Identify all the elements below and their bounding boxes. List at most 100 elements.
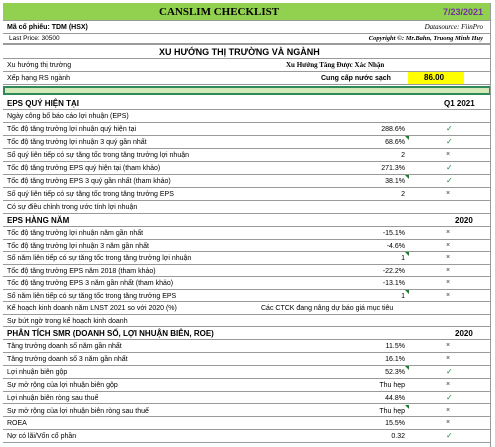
check-icon: ✓	[446, 392, 453, 402]
market-section-header: XU HƯỚNG THỊ TRƯỜNG VÀ NGÀNH	[3, 44, 491, 59]
last-price: Last Price: 30500	[9, 35, 60, 42]
cross-icon: ×	[446, 342, 451, 349]
last-price-row: Last Price: 30500 Copyright ©: Mr.Bahn, …	[3, 34, 491, 44]
smr-header: PHÂN TÍCH SMR (DOANH SỐ, LỢI NHUẬN BIÊN,…	[3, 327, 491, 340]
row-value: -13.1%	[382, 280, 405, 287]
row-value: 38.1%	[385, 178, 405, 185]
row-label: Lợi nhuận biên ròng sau thuế	[7, 394, 99, 402]
datasource-label: Datasource: FiinPro	[424, 23, 483, 31]
check-icon: ✓	[446, 124, 453, 133]
row-value: 68.6%	[385, 139, 405, 146]
cross-icon: ×	[446, 380, 451, 388]
table-row: Tăng trưởng doanh số năm gần nhất 11.5% ×	[3, 340, 491, 353]
comment-indicator-icon	[405, 136, 409, 140]
eps-year-period: 2020	[455, 216, 473, 225]
rs-value-cell: 86.00	[408, 72, 464, 84]
row-label: Tốc độ tăng trưởng EPS 3 năm gần nhất (t…	[7, 280, 174, 287]
check-icon: ✓	[446, 163, 453, 172]
row-value: Các CTCK đang nâng dự báo giá mục tiêu	[261, 305, 394, 312]
sheet-title: CANSLIM CHECKLIST	[159, 6, 280, 18]
row-value: 2	[401, 191, 405, 198]
row-label: Tốc độ tăng trưởng EPS năm 2018 (tham kh…	[7, 267, 156, 275]
comment-indicator-icon	[405, 289, 409, 294]
row-label: Sự bứt ngờ trong kế hoạch kinh doanh	[7, 317, 128, 325]
table-row: Sự mở rộng của lợi nhuận biên ròng sau t…	[3, 404, 491, 418]
eps-quarter-header: EPS QUÝ HIỆN TẠI Q1 2021	[3, 97, 491, 110]
table-row: Số năm liên tiếp có sự tăng tốc trong tă…	[3, 252, 491, 265]
row-value: 44.8%	[385, 394, 405, 402]
check-icon: ✓	[446, 431, 453, 441]
row-label: Số quý liên tiếp có sự tăng tốc trong tă…	[7, 191, 174, 198]
row-label: Sự mở rộng của lợi nhuận biên ròng sau t…	[7, 407, 149, 415]
separator-bar	[3, 86, 491, 95]
stock-label: Mã cổ phiếu: TDM (HSX)	[7, 24, 88, 31]
row-label: Tốc độ tăng trưởng lợi nhuận năm gần nhấ…	[7, 230, 144, 237]
row-value: 288.6%	[381, 126, 405, 133]
trend-value: Xu Hướng Tăng Được Xác Nhận	[286, 61, 385, 69]
comment-indicator-icon	[405, 404, 409, 409]
row-value: -15.1%	[382, 230, 405, 237]
row-value: 271.3%	[381, 165, 405, 172]
row-value: -22.2%	[382, 267, 405, 275]
cross-icon: ×	[446, 291, 451, 299]
row-value: Thu hẹp	[379, 407, 405, 415]
cross-icon: ×	[446, 354, 451, 362]
row-label: Kế hoạch kinh doanh năm LNST 2021 so với…	[7, 305, 177, 312]
row-label: Lợi nhuận biên gộp	[7, 368, 68, 376]
row-label: Số quý liên tiếp có sự tăng tốc trong tă…	[7, 152, 189, 159]
row-label: Sự mở rộng của lợi nhuận biên gộp	[7, 381, 118, 389]
rs-value: 86.00	[424, 73, 445, 82]
cross-icon: ×	[446, 419, 451, 427]
eps-year-header: EPS HÀNG NĂM 2020	[3, 214, 491, 227]
report-date: 7/23/2021	[442, 7, 483, 17]
table-row: Tăng trưởng doanh số 3 năm gần nhất 16.1%…	[3, 353, 491, 366]
copyright-label: Copyright ©: Mr.Bahn, Truong Minh Huy	[368, 35, 483, 42]
row-value: 1	[401, 292, 405, 300]
table-row: Tốc độ tăng trưởng lợi nhuận quý hiện tạ…	[3, 123, 491, 136]
row-label: Tăng trưởng doanh số 3 năm gần nhất	[7, 355, 128, 363]
table-row: Tốc độ tăng trưởng EPS 3 quý gần nhất (t…	[3, 175, 491, 188]
row-value: 11.5%	[385, 343, 405, 350]
table-row: Tốc độ tăng trưởng EPS năm 2018 (tham kh…	[3, 265, 491, 277]
row-label: Tốc độ tăng trưởng lợi nhuận quý hiện tạ…	[7, 126, 137, 133]
check-icon: ✓	[446, 176, 453, 185]
table-row: Ngày công bố báo cáo lợi nhuận (EPS)	[3, 110, 491, 123]
cross-icon: ×	[446, 151, 451, 158]
title-bar: CANSLIM CHECKLIST 7/23/2021	[3, 3, 491, 21]
table-row: Sự mở rộng của lợi nhuận biên gộp Thu hẹp…	[3, 379, 491, 392]
row-label: Tốc độ tăng trưởng EPS quý hiện tại (tha…	[7, 165, 161, 172]
stock-row: Mã cổ phiếu: TDM (HSX) Datasource: FiinP…	[3, 21, 491, 34]
row-value: 16.1%	[385, 355, 405, 363]
row-value: 15.5%	[385, 420, 405, 428]
cross-icon: ×	[446, 254, 451, 261]
rs-row: Xếp hạng RS ngành Cung cấp nước sạch 86.…	[3, 72, 491, 85]
eps-quarter-period: Q1 2021	[444, 99, 475, 108]
row-label: Tốc độ tăng trưởng lợi nhuận 3 năm gần n…	[7, 242, 149, 250]
eps-quarter-title: EPS QUÝ HIỆN TẠI	[7, 99, 80, 108]
cross-icon: ×	[446, 190, 451, 197]
table-row: Tốc độ tăng trưởng lợi nhuận năm gần nhấ…	[3, 227, 491, 240]
table-row: Số quý liên tiếp có sự tăng tốc trong tă…	[3, 188, 491, 201]
comment-indicator-icon	[405, 252, 409, 256]
table-row: Số quý liên tiếp có sự tăng tốc trong tă…	[3, 149, 491, 162]
trend-label: Xu hướng thị trường	[7, 62, 72, 69]
smr-period: 2020	[455, 329, 473, 338]
smr-title: PHÂN TÍCH SMR (DOANH SỐ, LỢI NHUẬN BIÊN,…	[7, 329, 214, 338]
table-row: Sự bứt ngờ trong kế hoạch kinh doanh	[3, 315, 491, 327]
check-icon: ✓	[446, 137, 453, 146]
cross-icon: ×	[446, 279, 451, 286]
row-value: 52.3%	[385, 368, 405, 376]
row-label: ROEA	[7, 420, 27, 428]
table-row: Kế hoạch kinh doanh năm LNST 2021 so với…	[3, 302, 491, 315]
table-row: Nợ có lãi/Vốn cổ phần 0.32 ✓	[3, 430, 491, 444]
row-label: Tốc độ tăng trưởng lợi nhuận 3 quý gần n…	[7, 139, 147, 146]
cross-icon: ×	[446, 406, 451, 414]
row-label: Ngày công bố báo cáo lợi nhuận (EPS)	[7, 113, 129, 120]
comment-indicator-icon	[405, 365, 409, 370]
row-value: Thu hẹp	[379, 381, 405, 389]
row-value: 2	[401, 152, 405, 159]
comment-indicator-icon	[405, 175, 409, 179]
table-row: Tốc độ tăng trưởng EPS 3 năm gần nhất (t…	[3, 277, 491, 290]
table-row: Lợi nhuận biên gộp 52.3% ✓	[3, 365, 491, 379]
table-row: Tốc độ tăng trưởng lợi nhuận 3 năm gần n…	[3, 240, 491, 252]
